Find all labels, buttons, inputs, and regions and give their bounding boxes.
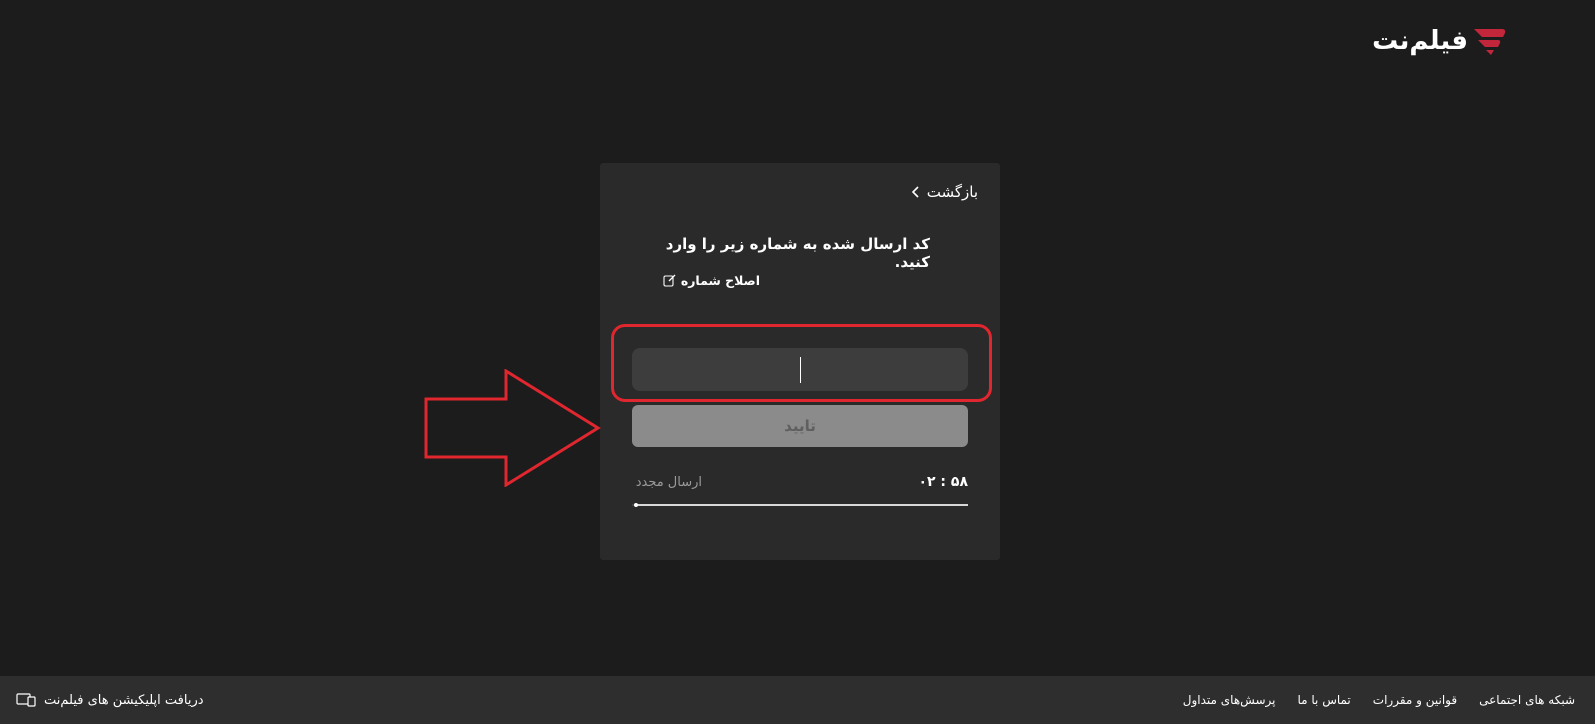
arrow-right-annotation-icon [424, 369, 601, 487]
back-label: بازگشت [926, 183, 978, 201]
resend-progress-fill [634, 503, 968, 507]
back-button[interactable]: بازگشت [911, 183, 978, 201]
filimo-logo[interactable]: فیلم‌نت [1358, 22, 1508, 60]
logo-text: فیلم‌نت [1372, 26, 1469, 56]
countdown-timer: ۰۲ : ۵۸ [918, 474, 968, 490]
edit-number-link[interactable]: اصلاح شماره [663, 273, 760, 288]
footer-link-terms[interactable]: قوانین و مقررات [1373, 693, 1457, 707]
logo-mark-icon [1474, 29, 1506, 55]
footer-links: پرسش‌های متداول تماس با ما قوانین و مقرر… [1183, 676, 1575, 724]
resend-progress-bar [632, 503, 968, 507]
footer: پرسش‌های متداول تماس با ما قوانین و مقرر… [0, 676, 1595, 724]
devices-icon [16, 693, 36, 707]
chevron-left-icon [911, 186, 919, 198]
otp-instruction: کد ارسال شده به شماره زیر را وارد کنید. [665, 235, 930, 271]
app-download-link[interactable]: دریافت اپلیکیشن های فیلم‌نت [16, 676, 204, 724]
edit-icon [663, 274, 676, 287]
otp-card: بازگشت کد ارسال شده به شماره زیر را وارد… [600, 163, 1000, 560]
progress-dot [634, 503, 639, 507]
edit-number-label: اصلاح شماره [680, 273, 760, 288]
text-caret [800, 357, 801, 383]
footer-link-contact[interactable]: تماس با ما [1297, 693, 1350, 707]
confirm-button[interactable]: تایید [632, 405, 968, 447]
app-download-label: دریافت اپلیکیشن های فیلم‌نت [44, 692, 204, 708]
footer-link-social[interactable]: شبکه های اجتماعی [1479, 693, 1575, 707]
footer-link-faq[interactable]: پرسش‌های متداول [1183, 693, 1276, 707]
resend-code-link[interactable]: ارسال مجدد [632, 475, 702, 490]
